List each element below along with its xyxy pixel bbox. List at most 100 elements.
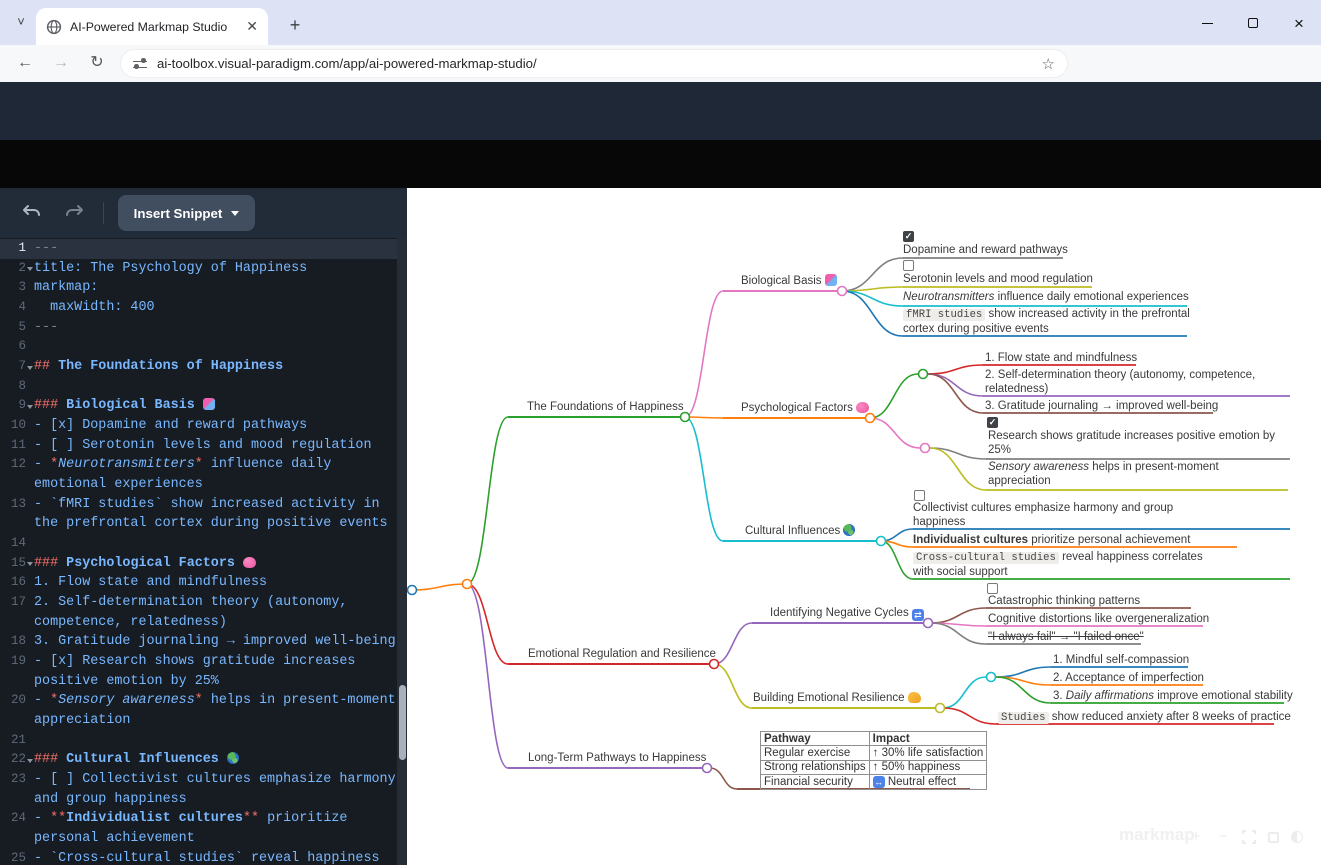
editor-line[interactable]: 12- *Neurotransmitters* influence daily [0, 455, 397, 475]
code-token: The Foundations of Happiness [58, 359, 283, 374]
editor-line[interactable]: 4 maxWidth: 400 [0, 298, 397, 318]
editor-line[interactable]: and group happiness [0, 790, 397, 810]
editor-scrollbar[interactable] [397, 238, 407, 865]
scrollbar-thumb[interactable] [399, 685, 406, 760]
fold-circle[interactable] [463, 580, 472, 589]
tab-search-chevron-icon[interactable]: ˅ [8, 9, 34, 35]
editor-line[interactable]: 8 [0, 377, 397, 397]
maximize-icon[interactable] [1238, 10, 1268, 36]
fold-circle[interactable] [987, 673, 996, 682]
line-number [0, 711, 26, 731]
fold-circle[interactable] [838, 287, 847, 296]
fold-circle[interactable] [877, 537, 886, 546]
fold-chevron-icon[interactable] [27, 562, 33, 566]
editor-line[interactable]: positive emotion by 25% [0, 672, 397, 692]
minimize-icon[interactable] [1192, 10, 1222, 36]
fold-chevron-icon[interactable] [27, 267, 33, 271]
fold-circle[interactable] [408, 586, 417, 595]
redo-icon[interactable] [62, 201, 86, 225]
forward-icon[interactable]: → [46, 48, 76, 78]
code-token: ### [34, 556, 66, 571]
globe-icon [843, 524, 855, 536]
line-number: 3 [0, 278, 26, 298]
map-item: Neurotransmitters influence daily emotio… [903, 290, 1189, 304]
frame-icon[interactable] [1263, 830, 1283, 847]
new-tab-icon[interactable]: + [282, 13, 308, 39]
code-token: * [50, 457, 58, 472]
map-item: Cognitive distortions like overgeneraliz… [988, 612, 1209, 626]
editor-line[interactable]: 1--- [0, 239, 397, 259]
code-token: Biological Basis [66, 398, 203, 413]
line-number: 11 [0, 436, 26, 456]
code-token: title: The Psychology of Happiness [34, 261, 307, 276]
editor-line[interactable]: 161. Flow state and mindfulness [0, 573, 397, 593]
line-number [0, 790, 26, 810]
site-info-icon[interactable] [133, 58, 147, 70]
insert-snippet-label: Insert Snippet [134, 206, 223, 221]
editor-line[interactable]: 25- `Cross-cultural studies` reveal happ… [0, 849, 397, 865]
fit-view-icon[interactable] [1239, 830, 1259, 844]
editor-line[interactable]: 2title: The Psychology of Happiness [0, 259, 397, 279]
theme-toggle-icon[interactable] [1287, 830, 1307, 847]
fold-circle[interactable] [919, 370, 928, 379]
checkbox-checked-icon: ✓ [987, 417, 998, 428]
editor-line[interactable]: 14 [0, 534, 397, 554]
editor-line[interactable]: 13- `fMRI studies` show increased activi… [0, 495, 397, 515]
map-item: 2. Self-determination theory (autonomy, … [985, 368, 1255, 396]
tab-close-icon[interactable]: ✕ [246, 18, 258, 35]
reload-icon[interactable]: ↻ [82, 48, 112, 78]
zoom-out-icon[interactable]: − [1213, 828, 1233, 845]
editor-line[interactable]: 6 [0, 337, 397, 357]
editor-line[interactable]: personal achievement [0, 829, 397, 849]
tab-title: AI-Powered Markmap Studio [70, 20, 240, 34]
line-number: 20 [0, 691, 26, 711]
window-close-icon[interactable]: × [1284, 10, 1314, 36]
code-area[interactable]: 1---2title: The Psychology of Happiness3… [0, 238, 397, 865]
editor-line[interactable]: 24- **Individualist cultures** prioritiz… [0, 809, 397, 829]
bookmark-star-icon[interactable]: ☆ [1042, 55, 1055, 73]
editor-line[interactable]: 10- [x] Dopamine and reward pathways [0, 416, 397, 436]
code-token: ** [50, 811, 66, 826]
editor-line[interactable]: 5--- [0, 318, 397, 338]
insert-snippet-button[interactable]: Insert Snippet [118, 195, 255, 231]
editor-line[interactable]: 7## The Foundations of Happiness [0, 357, 397, 377]
editor-line[interactable]: 11 - [ ] Serotonin levels and mood regula… [0, 436, 397, 456]
editor-line[interactable]: competence, relatedness) [0, 613, 397, 633]
fold-chevron-icon[interactable] [27, 405, 33, 409]
fold-chevron-icon[interactable] [27, 759, 33, 763]
editor-line[interactable]: 3markmap: [0, 278, 397, 298]
browser-tab[interactable]: AI-Powered Markmap Studio ✕ [36, 8, 268, 45]
editor-line[interactable]: emotional experiences [0, 475, 397, 495]
mindmap-canvas[interactable]: The Foundations of Happiness Emotional R… [407, 188, 1321, 865]
editor-line[interactable]: 21 [0, 731, 397, 751]
dna-icon [825, 274, 837, 286]
fold-chevron-icon[interactable] [27, 366, 33, 370]
editor-line[interactable]: 172. Self-determination theory (autonomy… [0, 593, 397, 613]
code-token: positive emotion by 25% [34, 674, 219, 689]
dna-icon [203, 398, 215, 410]
code-token: --- [34, 320, 58, 335]
line-number: 19 [0, 652, 26, 672]
editor-line[interactable]: 19- [x] Research shows gratitude increas… [0, 652, 397, 672]
zoom-in-icon[interactable]: + [1186, 828, 1206, 845]
editor-line[interactable]: appreciation [0, 711, 397, 731]
code-token: - [ ] Serotonin levels and mood regulati… [34, 438, 372, 453]
line-number: 15 [0, 554, 26, 574]
back-icon[interactable]: ← [10, 48, 40, 78]
editor-line[interactable]: 9### Biological Basis [0, 396, 397, 416]
undo-icon[interactable] [20, 201, 44, 225]
line-number: 8 [0, 377, 26, 397]
editor-line[interactable]: 23- [ ] Collectivist cultures emphasize … [0, 770, 397, 790]
editor-line[interactable]: the prefrontal cortex during positive ev… [0, 514, 397, 534]
fold-circle[interactable] [924, 619, 933, 628]
editor-line[interactable]: 22### Cultural Influences [0, 750, 397, 770]
address-bar[interactable]: ai-toolbox.visual-paradigm.com/app/ai-po… [120, 49, 1068, 78]
line-number: 22 [0, 750, 26, 770]
code-token: 3. Gratitude journaling → improved well-… [34, 634, 396, 649]
editor-line[interactable]: 15### Psychological Factors [0, 554, 397, 574]
fold-circle[interactable] [936, 704, 945, 713]
editor-line[interactable]: 20- *Sensory awareness* helps in present… [0, 691, 397, 711]
editor-line[interactable]: 183. Gratitude journaling → improved wel… [0, 632, 397, 652]
markmap-watermark: markmap [1119, 825, 1195, 845]
fold-circle[interactable] [921, 444, 930, 453]
